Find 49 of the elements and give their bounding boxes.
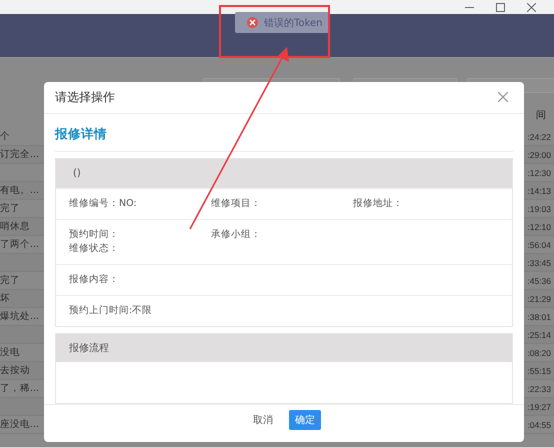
table-cell: 有电。...	[0, 184, 40, 197]
table-cell: :22:33	[527, 384, 551, 394]
close-icon[interactable]	[527, 2, 536, 12]
field-label: 预约上门时间:不限	[69, 304, 154, 318]
field-label: 维修状态：	[69, 242, 120, 256]
section-title: 报修详情	[55, 126, 513, 152]
table-cell: 完了	[0, 202, 20, 215]
table-cell: 完了	[0, 274, 20, 287]
table-cell: :19:03	[527, 204, 551, 214]
table-cell: 坏	[0, 292, 10, 305]
field-label: 报修内容：	[69, 272, 120, 287]
table-cell: 了，稀...	[0, 382, 40, 395]
table-cell: :29:00	[527, 150, 551, 160]
table-cell: :12:30	[527, 168, 551, 178]
field-label: 承修小组：	[211, 228, 262, 242]
field-label: 维修项目：	[211, 196, 262, 211]
table-cell: :04:55	[527, 420, 551, 430]
table-cell: 去按动	[0, 364, 30, 377]
table-cell: 没电	[0, 346, 20, 359]
table-cell: :45:36	[527, 276, 551, 286]
table-cell: :08:20	[527, 348, 551, 358]
table-cell: :56:04	[527, 240, 551, 250]
card-header: ()	[73, 168, 81, 179]
card-header: 报修流程	[69, 342, 109, 355]
table-cell: :21:29	[527, 294, 551, 304]
field-label: 预约时间：	[69, 228, 120, 242]
field-label: 报修地址：	[353, 196, 404, 211]
error-icon	[247, 17, 258, 28]
table-cell: 座没电...	[0, 418, 40, 431]
column-header: 间	[536, 109, 546, 122]
table-cell: :14:13	[527, 186, 551, 196]
close-icon[interactable]	[498, 92, 508, 102]
table-cell: :55:15	[527, 366, 551, 376]
table-cell: :24:22	[527, 132, 551, 142]
maximize-icon[interactable]	[496, 2, 505, 12]
table-cell: 爆坑处...	[0, 310, 40, 323]
table-cell: :33:45	[527, 258, 551, 268]
cancel-button[interactable]: 取消	[247, 410, 279, 430]
table-cell: 了两个...	[0, 238, 40, 251]
table-cell: :12:10	[527, 222, 551, 232]
table-cell: 订完全...	[0, 148, 40, 161]
table-cell: 个	[0, 130, 10, 143]
table-cell: :38:01	[527, 312, 551, 322]
toast-message: 错误的Token	[264, 16, 322, 30]
table-cell: 哨休息	[0, 220, 30, 233]
table-cell: :25:14	[527, 330, 551, 340]
table-cell: :19:27	[527, 402, 551, 412]
dialog-title: 请选择操作	[55, 88, 115, 106]
field-label: 维修编号：NO:	[69, 196, 138, 211]
